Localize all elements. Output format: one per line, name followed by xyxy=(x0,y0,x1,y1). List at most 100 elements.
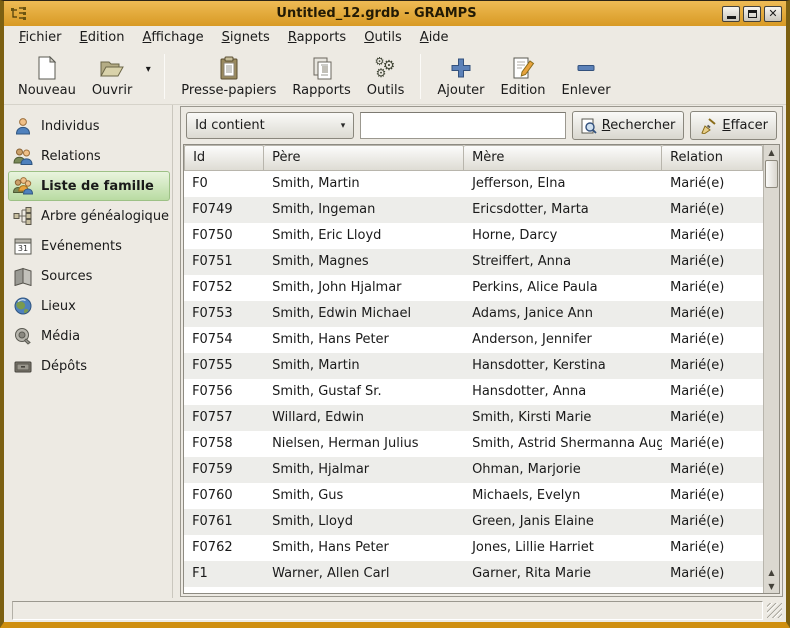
table-cell: Willard, Edwin xyxy=(264,405,464,431)
table-row[interactable]: F0754Smith, Hans PeterAnderson, Jennifer… xyxy=(184,327,763,353)
tools-button[interactable]: ⚙ ⚙ ⚙ Outils xyxy=(359,51,413,102)
table-row[interactable]: F0749Smith, IngemanEricsdotter, MartaMar… xyxy=(184,197,763,223)
chevron-down-icon: ▾ xyxy=(146,64,151,75)
clipboard-button[interactable]: Presse-papiers xyxy=(173,51,284,102)
table-cell: Marié(e) xyxy=(662,509,763,535)
table-cell: Anderson, Jennifer xyxy=(464,327,662,353)
book-icon xyxy=(13,266,33,286)
new-button[interactable]: Nouveau xyxy=(10,51,84,102)
sidebar-item-sources[interactable]: Sources xyxy=(8,261,170,291)
sidebar-item-evenements[interactable]: 31 Evénements xyxy=(8,231,170,261)
table-cell: Garner, Rita Marie xyxy=(464,561,662,587)
table-cell: Marié(e) xyxy=(662,327,763,353)
scroll-down-button[interactable]: ▼ xyxy=(764,579,779,593)
maximize-button[interactable] xyxy=(743,6,761,22)
table-cell: Ericsdotter, Marta xyxy=(464,197,662,223)
svg-text:31: 31 xyxy=(18,244,28,253)
close-button[interactable]: ✕ xyxy=(764,6,782,22)
table-row[interactable]: F0751Smith, MagnesStreiffert, AnnaMarié(… xyxy=(184,249,763,275)
edit-button[interactable]: Edition xyxy=(493,51,554,102)
column-header-id[interactable]: Id xyxy=(184,145,264,171)
table-cell: Marié(e) xyxy=(662,405,763,431)
table-cell: F0758 xyxy=(184,431,264,457)
open-button[interactable]: Ouvrir xyxy=(84,51,140,102)
sidebar: Individus Relations xyxy=(4,105,172,598)
family-table: Id Père Mère Relation F0Smith, MartinJef… xyxy=(183,144,780,594)
remove-button[interactable]: Enlever xyxy=(554,51,619,102)
pedigree-tree-icon xyxy=(13,206,33,226)
sidebar-item-media[interactable]: Média xyxy=(8,321,170,351)
column-header-mere[interactable]: Mère xyxy=(464,145,662,171)
table-row[interactable]: F0752Smith, John HjalmarPerkins, Alice P… xyxy=(184,275,763,301)
table-row[interactable]: F0761Smith, LloydGreen, Janis ElaineMari… xyxy=(184,509,763,535)
column-header-pere[interactable]: Père xyxy=(264,145,464,171)
resize-grip-icon[interactable] xyxy=(767,603,782,618)
scrollbar-thumb[interactable] xyxy=(765,160,778,188)
scrollbar-track[interactable] xyxy=(764,189,779,565)
table-cell: Smith, Martin xyxy=(264,171,464,197)
table-cell: F0755 xyxy=(184,353,264,379)
minimize-icon xyxy=(727,16,736,19)
table-row[interactable]: F0759Smith, HjalmarOhman, MarjorieMarié(… xyxy=(184,457,763,483)
table-cell: Marié(e) xyxy=(662,171,763,197)
sidebar-item-liste-de-famille[interactable]: Liste de famille xyxy=(8,171,170,201)
new-document-icon xyxy=(36,56,58,80)
table-cell: Michaels, Evelyn xyxy=(464,483,662,509)
sidebar-item-depots[interactable]: Dépôts xyxy=(8,351,170,381)
table-row[interactable]: F0Smith, MartinJefferson, ElnaMarié(e) xyxy=(184,171,763,197)
column-header-relation[interactable]: Relation xyxy=(662,145,763,171)
add-button[interactable]: Ajouter xyxy=(429,51,492,102)
menu-signets[interactable]: Signets xyxy=(213,27,279,49)
scroll-up-button[interactable]: ▲ xyxy=(764,145,779,159)
menu-rapports[interactable]: Rapports xyxy=(279,27,355,49)
statusbar xyxy=(4,598,786,622)
search-input[interactable] xyxy=(360,112,566,139)
vertical-scrollbar[interactable]: ▲ ▲ ▼ xyxy=(763,145,779,593)
titlebar[interactable]: Untitled_12.grdb - GRAMPS ✕ xyxy=(4,1,786,26)
table-cell: Adams, Janice Ann xyxy=(464,301,662,327)
table-cell: F0 xyxy=(184,171,264,197)
table-header: Id Père Mère Relation xyxy=(184,145,763,171)
table-row[interactable]: F0758Nielsen, Herman JuliusSmith, Astrid… xyxy=(184,431,763,457)
table-cell: F0762 xyxy=(184,535,264,561)
table-row[interactable]: F0762Smith, Hans PeterJones, Lillie Harr… xyxy=(184,535,763,561)
table-row[interactable]: F0760Smith, GusMichaels, EvelynMarié(e) xyxy=(184,483,763,509)
chevron-down-icon: ▾ xyxy=(333,121,353,131)
table-cell: F0756 xyxy=(184,379,264,405)
sidebar-item-arbre-genealogique[interactable]: Arbre généalogique xyxy=(8,201,170,231)
search-button[interactable]: Rechercher xyxy=(572,111,685,140)
table-row[interactable]: F0755Smith, MartinHansdotter, KerstinaMa… xyxy=(184,353,763,379)
table-cell: F0750 xyxy=(184,223,264,249)
clear-button[interactable]: Effacer xyxy=(690,111,777,140)
menu-edition[interactable]: Edition xyxy=(71,27,134,49)
scroll-up-button-secondary[interactable]: ▲ xyxy=(764,565,779,579)
menu-aide[interactable]: Aide xyxy=(411,27,458,49)
filter-field-select[interactable]: Id contient ▾ xyxy=(186,112,354,139)
pane-splitter[interactable] xyxy=(172,105,180,598)
sidebar-item-individus[interactable]: Individus xyxy=(8,111,170,141)
menu-outils[interactable]: Outils xyxy=(355,27,411,49)
table-cell: Smith, Astrid Shermanna Augu... xyxy=(464,431,662,457)
reports-button[interactable]: Rapports xyxy=(284,51,358,102)
menu-affichage[interactable]: Affichage xyxy=(133,27,212,49)
table-row[interactable]: F0756Smith, Gustaf Sr.Hansdotter, AnnaMa… xyxy=(184,379,763,405)
table-cell: Marié(e) xyxy=(662,275,763,301)
table-row[interactable]: F1Warner, Allen CarlGarner, Rita MarieMa… xyxy=(184,561,763,587)
table-cell: Ohman, Marjorie xyxy=(464,457,662,483)
status-message xyxy=(12,601,763,620)
filter-bar: Id contient ▾ Rechercher xyxy=(181,107,782,144)
sidebar-item-relations[interactable]: Relations xyxy=(8,141,170,171)
toolbar: Nouveau Ouvrir ▾ xyxy=(4,49,786,105)
menu-fichier[interactable]: Fichier xyxy=(10,27,71,49)
open-dropdown-button[interactable]: ▾ xyxy=(140,51,156,102)
sidebar-item-lieux[interactable]: Lieux xyxy=(8,291,170,321)
minimize-button[interactable] xyxy=(722,6,740,22)
table-row[interactable]: F0753Smith, Edwin MichaelAdams, Janice A… xyxy=(184,301,763,327)
table-cell: Perkins, Alice Paula xyxy=(464,275,662,301)
table-row[interactable]: F0757Willard, EdwinSmith, Kirsti MarieMa… xyxy=(184,405,763,431)
plus-icon xyxy=(449,56,473,80)
table-cell: Marié(e) xyxy=(662,379,763,405)
table-cell: F0759 xyxy=(184,457,264,483)
table-row[interactable]: F0750Smith, Eric LloydHorne, DarcyMarié(… xyxy=(184,223,763,249)
edit-icon xyxy=(511,56,535,80)
